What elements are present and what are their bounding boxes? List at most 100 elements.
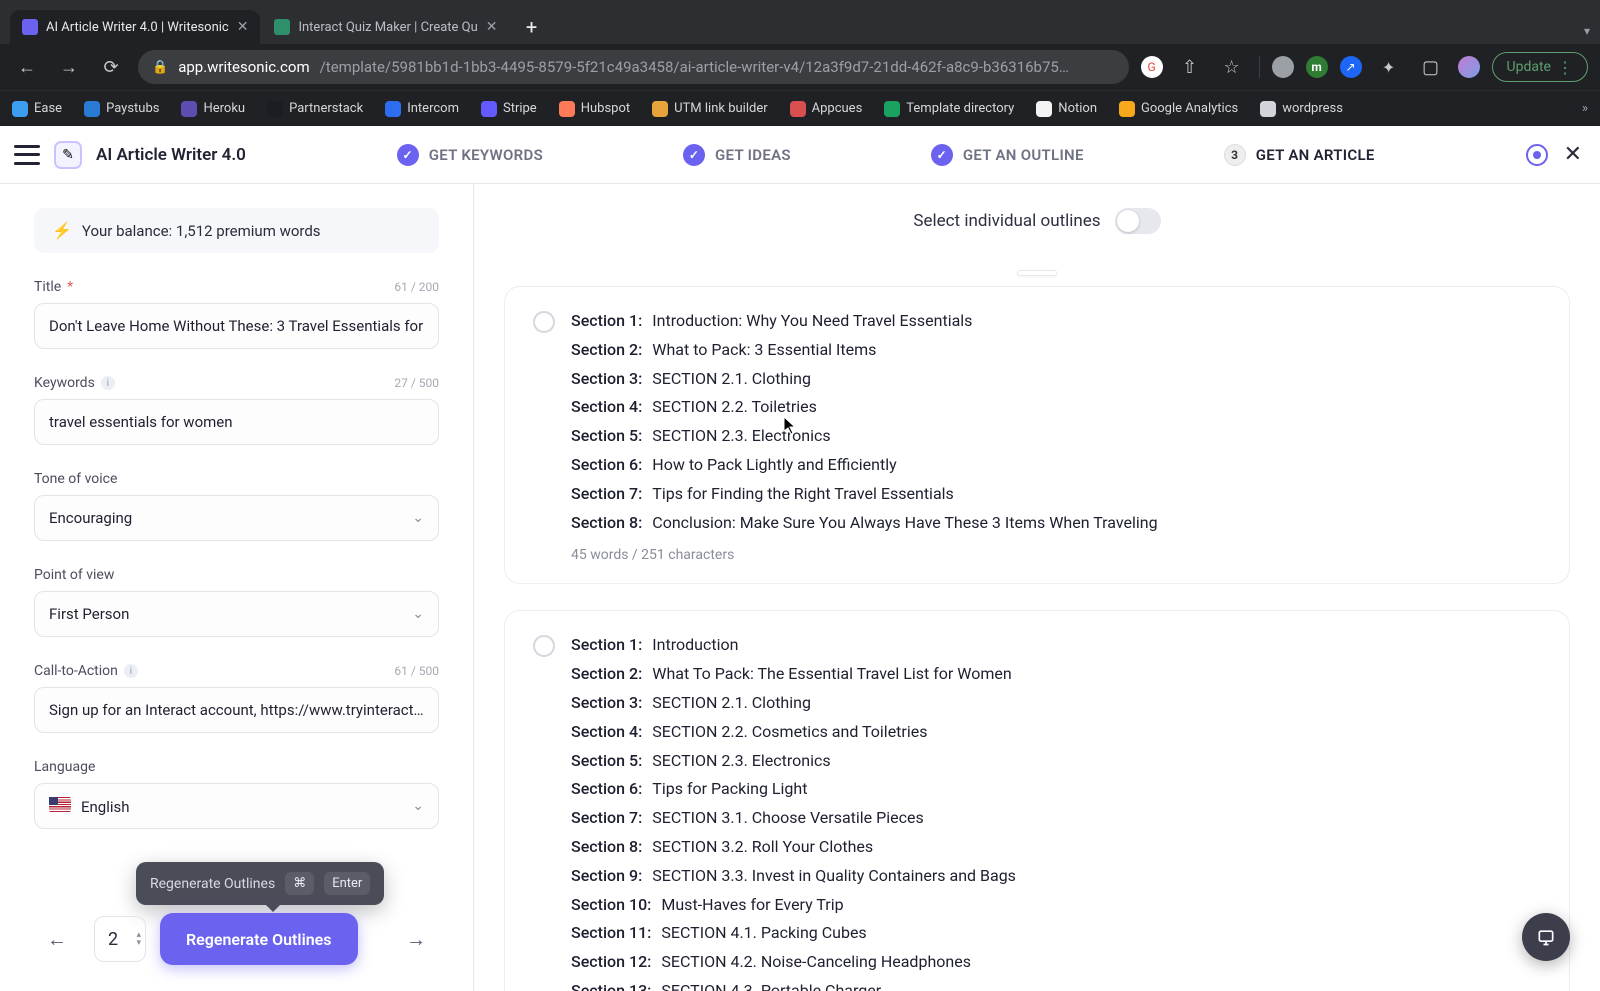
bookmark-item[interactable]: Ease [12,101,62,117]
balance-text: Your balance: 1,512 premium words [82,222,321,240]
tooltip-label: Regenerate Outlines [150,876,275,892]
ext-icon-3[interactable]: ↗ [1340,56,1362,78]
section-number: Section 5: [571,749,642,774]
bookmark-item[interactable]: Notion [1036,101,1097,117]
balance-pill[interactable]: ⚡ Your balance: 1,512 premium words [34,208,439,253]
help-fab-button[interactable] [1522,913,1570,961]
bookmark-item[interactable]: wordpress [1260,101,1343,117]
nav-back-button[interactable]: ← [12,52,42,82]
bookmark-label: Stripe [503,101,537,116]
ext-icon-1[interactable] [1272,56,1294,78]
bookmark-item[interactable]: Heroku [181,101,245,117]
keywords-input[interactable]: travel essentials for women [34,399,439,445]
bookmark-star-icon[interactable]: ☆ [1217,52,1247,82]
resize-grip-icon[interactable] [1017,270,1057,276]
outline-section-line: Section 3:SECTION 2.1. Clothing [571,367,1541,392]
browser-tab[interactable]: AI Article Writer 4.0 | Writesonic✕ [10,10,260,44]
browser-toolbar: ← → ⟳ 🔒 app.writesonic.com /template/598… [0,44,1600,90]
update-button[interactable]: Update ⋮ [1492,52,1588,82]
bookmark-item[interactable]: Paystubs [84,101,159,117]
prev-step-button[interactable]: ← [34,916,80,962]
extensions-puzzle-icon[interactable]: ✦ [1374,52,1404,82]
section-text: Introduction [652,633,738,658]
bookmark-item[interactable]: Partnerstack [267,101,363,117]
bookmark-favicon-icon [267,101,283,117]
tab-close-icon[interactable]: ✕ [237,19,249,35]
regenerate-button[interactable]: Regenerate Outlines [160,913,358,965]
bookmark-favicon-icon [12,101,28,117]
tab-favicon-icon [22,19,38,35]
step-outline[interactable]: ✓ GET AN OUTLINE [931,144,1084,166]
bookmark-item[interactable]: Intercom [385,101,459,117]
outline-radio[interactable] [533,635,555,657]
app-title: AI Article Writer 4.0 [96,145,246,165]
form-sidebar: ⚡ Your balance: 1,512 premium words Titl… [0,184,474,991]
cta-input[interactable]: Sign up for an Interact account, https:/… [34,687,439,733]
section-number: Section 4: [571,395,642,420]
side-panel-icon[interactable]: ▢ [1416,52,1446,82]
outline-section-line: Section 7:SECTION 3.1. Choose Versatile … [571,806,1541,831]
browser-tab[interactable]: Interact Quiz Maker | Create Qu ✕ [262,10,509,44]
step-article[interactable]: 3 GET AN ARTICLE [1224,144,1375,166]
section-number: Section 2: [571,338,642,363]
bookmark-item[interactable]: Template directory [884,101,1014,117]
outline-section-line: Section 4:SECTION 2.2. Cosmetics and Toi… [571,720,1541,745]
keywords-label: Keywords i [34,375,115,391]
step-check-icon: ✓ [397,144,419,166]
outline-section-line: Section 1:Introduction [571,633,1541,658]
outline-section-line: Section 6:Tips for Packing Light [571,777,1541,802]
outline-radio[interactable] [533,311,555,333]
bookmark-item[interactable]: UTM link builder [652,101,768,117]
outlines-main: Select individual outlines Section 1:Int… [474,184,1600,991]
nav-forward-button[interactable]: → [54,52,84,82]
browser-tabstrip: AI Article Writer 4.0 | Writesonic✕Inter… [0,0,1600,44]
tab-close-icon[interactable]: ✕ [486,19,498,35]
bookmark-item[interactable]: Stripe [481,101,537,117]
info-icon[interactable]: i [124,664,138,678]
section-text: SECTION 3.2. Roll Your Clothes [652,835,873,860]
step-ideas[interactable]: ✓ GET IDEAS [683,144,791,166]
select-outlines-toggle[interactable] [1115,208,1161,234]
bookmark-label: Partnerstack [289,101,363,116]
bookmark-item[interactable]: Appcues [790,101,863,117]
nav-reload-button[interactable]: ⟳ [96,52,126,82]
target-record-icon[interactable] [1526,144,1548,166]
bookmark-item[interactable]: Hubspot [559,101,630,117]
outline-count-stepper[interactable]: 2 ▴▾ [94,916,146,962]
ext-icon-2[interactable]: m [1306,56,1328,78]
section-text: SECTION 4.3. Portable Charger [661,979,881,991]
outline-card[interactable]: Section 1:IntroductionSection 2:What To … [504,610,1570,991]
section-text: Conclusion: Make Sure You Always Have Th… [652,511,1157,536]
section-text: SECTION 2.3. Electronics [652,749,830,774]
tone-label: Tone of voice [34,471,117,487]
chevron-down-icon: ⌄ [412,798,424,814]
share-icon[interactable]: ⇧ [1175,52,1205,82]
pov-select[interactable]: First Person ⌄ [34,591,439,637]
bookmark-label: Appcues [812,101,863,116]
tabs-overflow-icon[interactable]: ▾ [1584,24,1590,38]
google-ext-icon[interactable]: G [1141,56,1163,78]
next-step-button[interactable]: → [393,916,439,962]
title-input[interactable]: Don't Leave Home Without These: 3 Travel… [34,303,439,349]
new-tab-button[interactable]: + [518,13,546,41]
bookmark-item[interactable]: Google Analytics [1119,101,1238,117]
bookmark-label: Paystubs [106,101,159,116]
outline-section-line: Section 5: SECTION 2.3. Electronics [571,749,1541,774]
tab-title: Interact Quiz Maker | Create Qu [298,20,477,35]
section-number: Section 3: [571,691,642,716]
address-bar[interactable]: 🔒 app.writesonic.com /template/5981bb1d-… [138,50,1129,84]
profile-avatar[interactable] [1458,56,1480,78]
step-keywords[interactable]: ✓ GET KEYWORDS [397,144,543,166]
section-text: SECTION 3.1. Choose Versatile Pieces [652,806,923,831]
bookmark-favicon-icon [1119,101,1135,117]
outline-card[interactable]: Section 1:Introduction: Why You Need Tra… [504,286,1570,584]
section-number: Section 6: [571,777,642,802]
bookmark-label: Heroku [203,101,245,116]
bookmark-label: Notion [1058,101,1097,116]
tone-select[interactable]: Encouraging ⌄ [34,495,439,541]
info-icon[interactable]: i [101,376,115,390]
bookmarks-overflow-icon[interactable]: » [1582,101,1588,116]
menu-hamburger-icon[interactable] [14,145,40,165]
close-button[interactable]: ✕ [1564,142,1582,167]
language-select[interactable]: English ⌄ [34,783,439,829]
